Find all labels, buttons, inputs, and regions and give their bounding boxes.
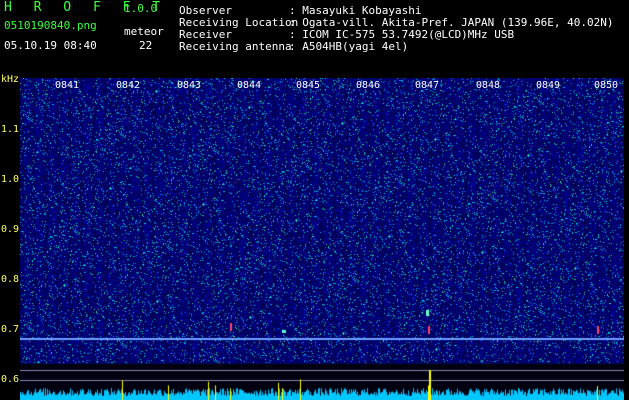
time-tick-0846: 0846 xyxy=(356,80,381,91)
y-tick-0.8: 0.8 xyxy=(1,274,20,285)
antenna-value: : A504HB(yagi 4el) xyxy=(289,40,409,53)
time-tick-0841: 0841 xyxy=(55,80,80,91)
spectrogram-canvas xyxy=(20,78,624,400)
antenna-label: Receiving antenna xyxy=(179,40,292,53)
y-tick-0.6: 0.6 xyxy=(1,374,20,385)
y-tick-1.1: 1.1 xyxy=(1,124,20,135)
y-tick-1.0: 1.0 xyxy=(1,174,20,185)
y-axis-unit: kHz xyxy=(1,74,20,85)
time-tick-0847: 0847 xyxy=(415,80,440,91)
time-tick-0843: 0843 xyxy=(177,80,202,91)
meteor-label: meteor xyxy=(124,25,164,38)
spectrogram xyxy=(20,78,624,400)
y-tick-0.9: 0.9 xyxy=(1,224,20,235)
time-tick-0842: 0842 xyxy=(116,80,141,91)
time-tick-0844: 0844 xyxy=(237,80,262,91)
meteor-count: 22 xyxy=(139,39,153,52)
y-tick-0.7: 0.7 xyxy=(1,324,20,335)
time-tick-0848: 0848 xyxy=(476,80,501,91)
hroft-window: H R O F F T 1.0.0 0510190840.png meteor … xyxy=(0,0,629,400)
time-tick-0850: 0850 xyxy=(594,80,619,91)
file-name: 0510190840.png xyxy=(4,19,97,32)
time-tick-0849: 0849 xyxy=(536,80,561,91)
app-version: 1.0.0 xyxy=(124,2,158,15)
datetime: 05.10.19 08:40 xyxy=(4,39,97,52)
time-tick-0845: 0845 xyxy=(296,80,321,91)
